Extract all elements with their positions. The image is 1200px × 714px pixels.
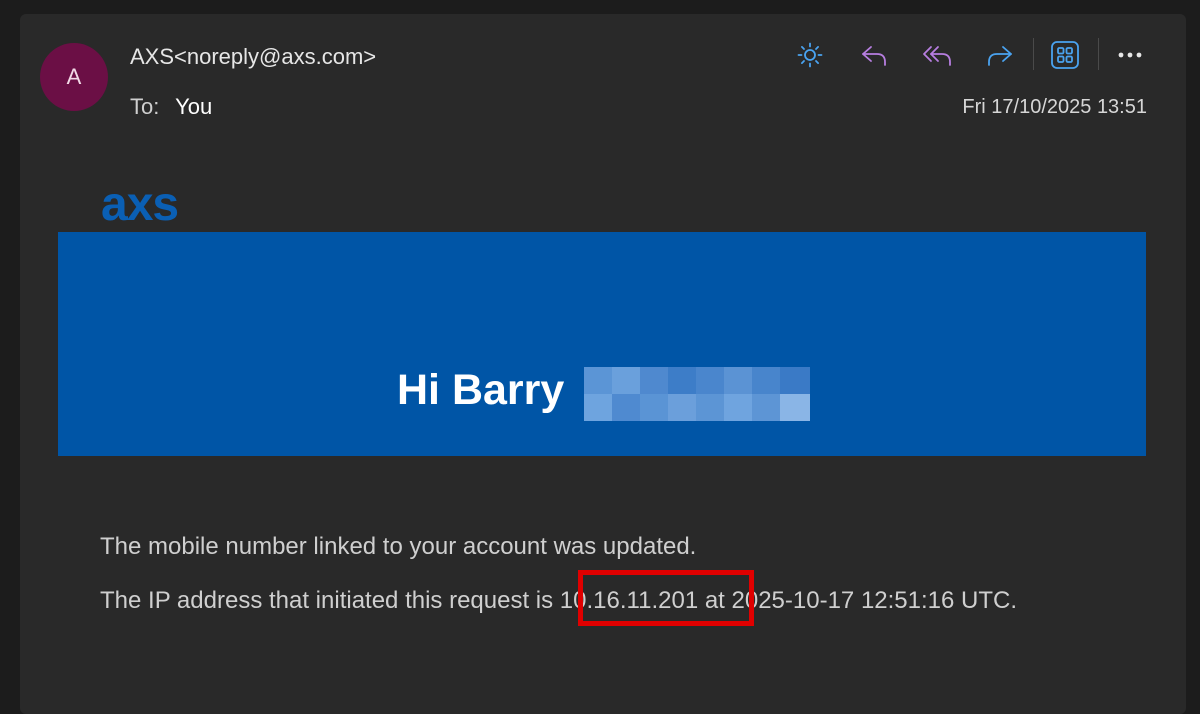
apps-icon[interactable] — [1045, 36, 1085, 74]
sender-name[interactable]: AXS<noreply@axs.com> — [130, 44, 376, 70]
redacted-name-pixelation — [584, 367, 810, 426]
to-label: To: — [130, 94, 160, 119]
toolbar-divider — [1098, 38, 1099, 70]
ip-highlight-box — [578, 570, 754, 626]
received-date: Fri 17/10/2025 13:51 — [962, 96, 1147, 118]
greeting-heading: Hi Barry — [397, 366, 565, 414]
toolbar-divider — [1033, 38, 1034, 70]
more-icon[interactable] — [1110, 36, 1150, 74]
axs-logo-text: axs — [101, 178, 178, 230]
sender-avatar[interactable]: A — [40, 43, 108, 111]
reply-icon[interactable] — [854, 36, 894, 74]
axs-logo: axs — [100, 178, 210, 235]
reply-all-icon[interactable] — [917, 36, 957, 74]
recipient-row: To: You — [130, 94, 212, 120]
avatar-initial: A — [66, 64, 82, 89]
body-text-line-1: The mobile number linked to your account… — [100, 533, 697, 560]
sun-icon[interactable] — [790, 36, 830, 74]
recipient-name[interactable]: You — [175, 94, 212, 119]
body-text-line-2: The IP address that initiated this reque… — [100, 587, 1018, 614]
forward-icon[interactable] — [980, 36, 1020, 74]
